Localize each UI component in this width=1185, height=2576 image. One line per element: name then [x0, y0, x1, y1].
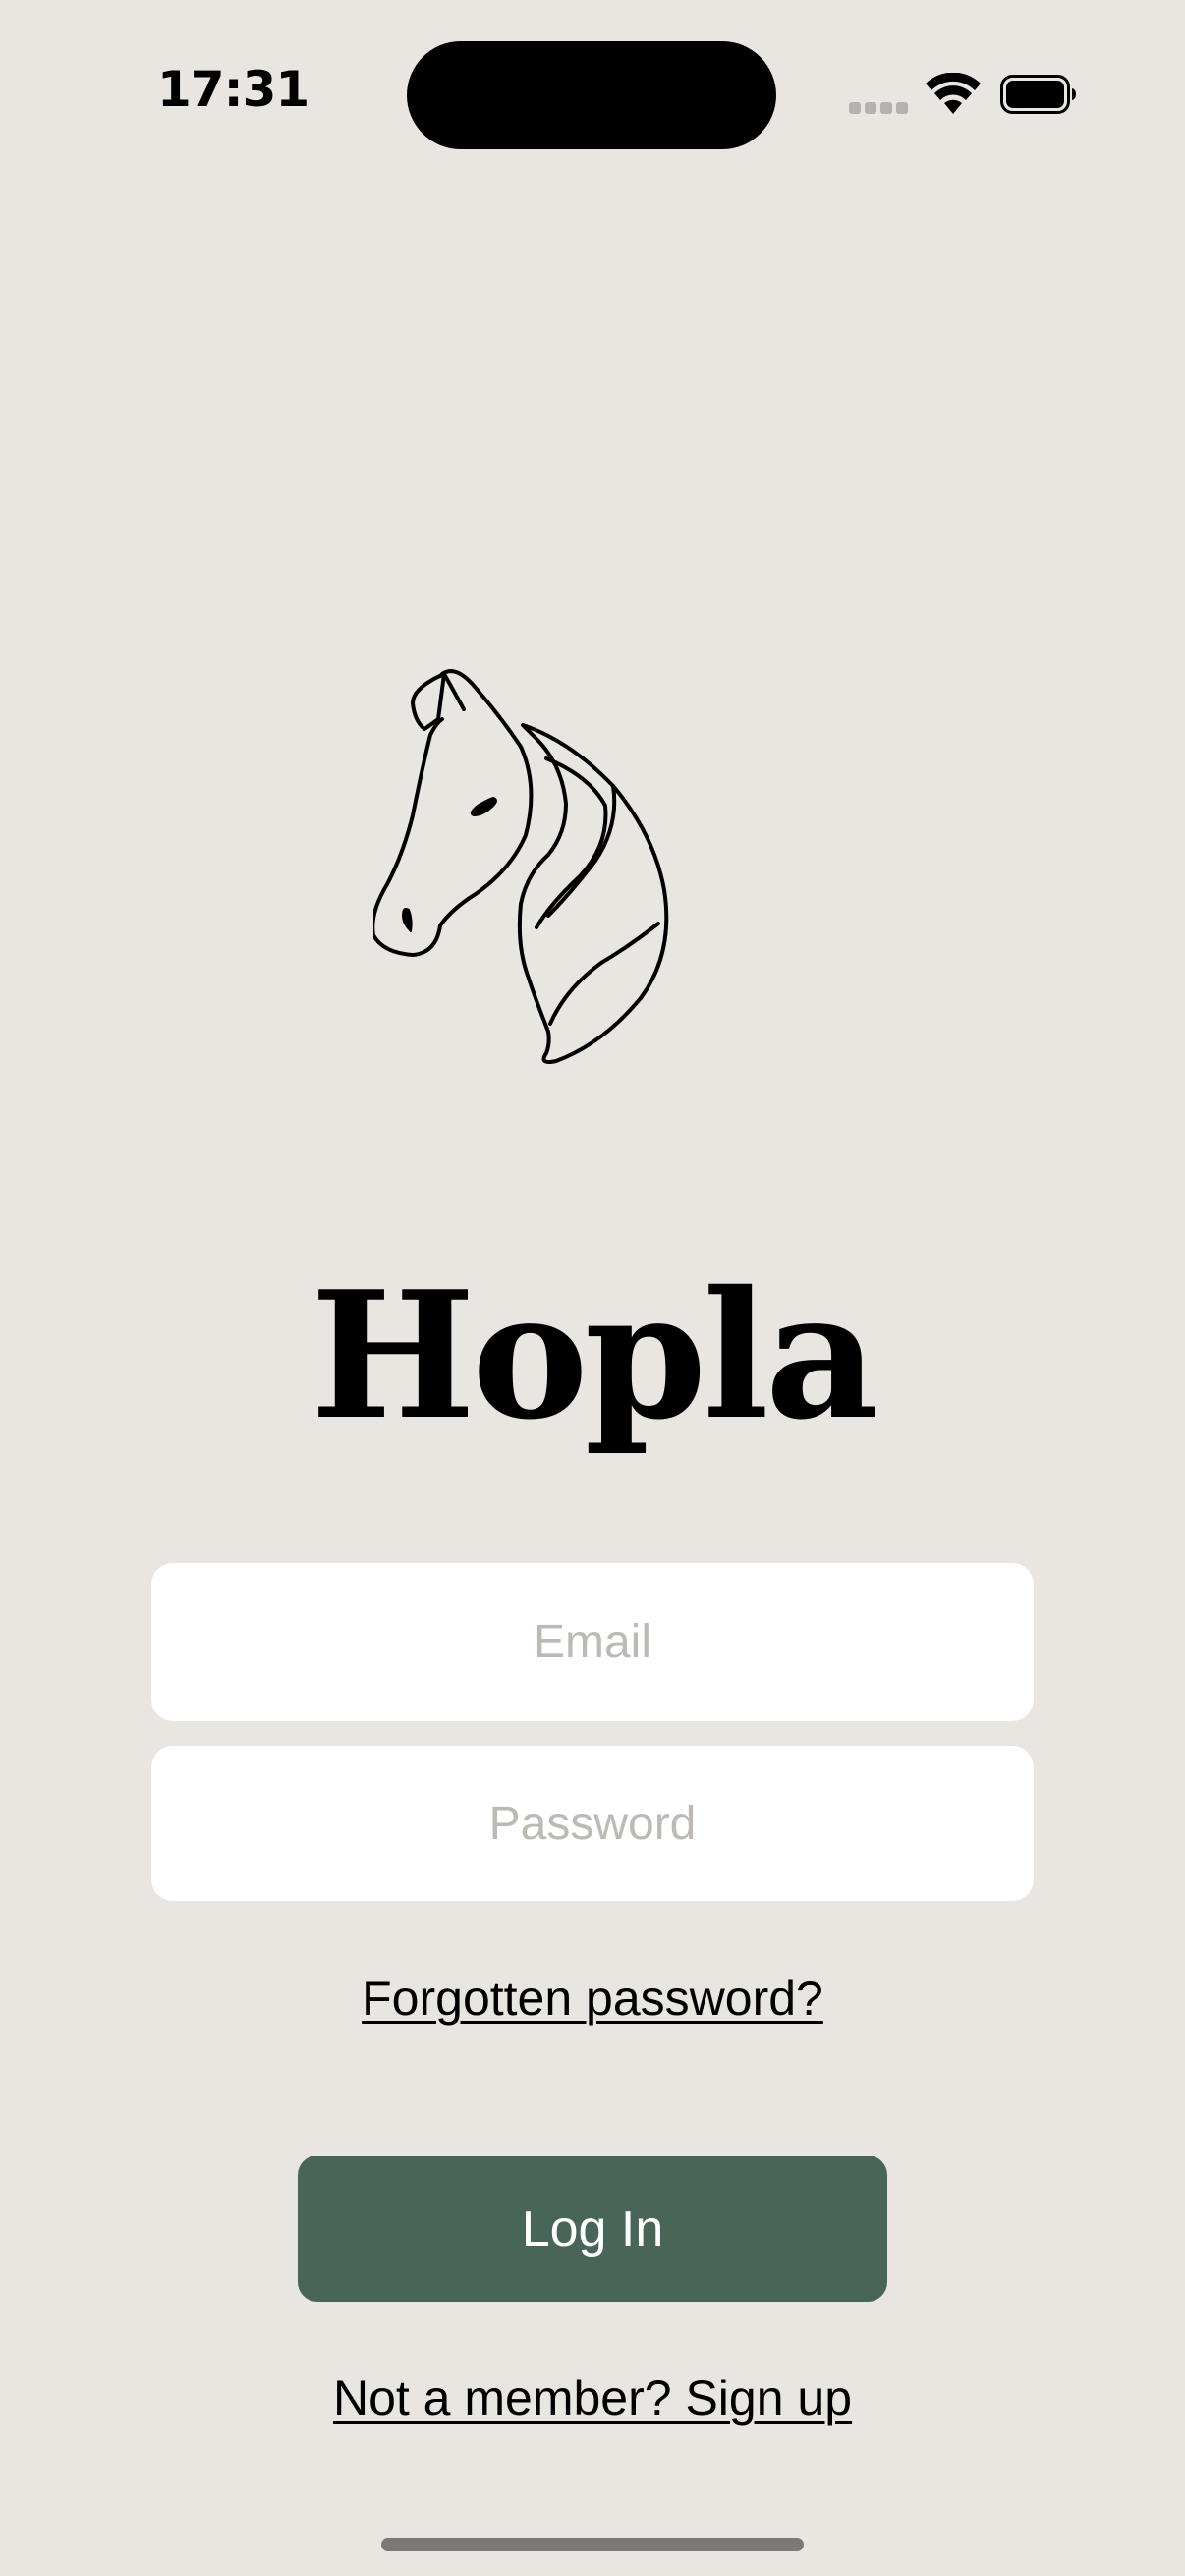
- battery-icon: [1000, 75, 1076, 114]
- login-button[interactable]: Log In: [298, 2156, 887, 2302]
- signup-link[interactable]: Not a member? Sign up: [0, 2370, 1185, 2427]
- forgot-password-link[interactable]: Forgotten password?: [0, 1970, 1185, 2027]
- home-indicator[interactable]: [381, 2538, 804, 2551]
- status-time: 17:31: [157, 61, 310, 118]
- dynamic-island: [407, 41, 776, 149]
- app-title: Hopla: [310, 1253, 878, 1458]
- status-bar: 17:31: [0, 0, 1185, 196]
- horse-head-icon: [373, 669, 669, 1064]
- password-field[interactable]: [151, 1746, 1034, 1901]
- email-field[interactable]: [151, 1563, 1034, 1721]
- cellular-signal-icon: [849, 102, 908, 116]
- wifi-icon: [926, 73, 981, 114]
